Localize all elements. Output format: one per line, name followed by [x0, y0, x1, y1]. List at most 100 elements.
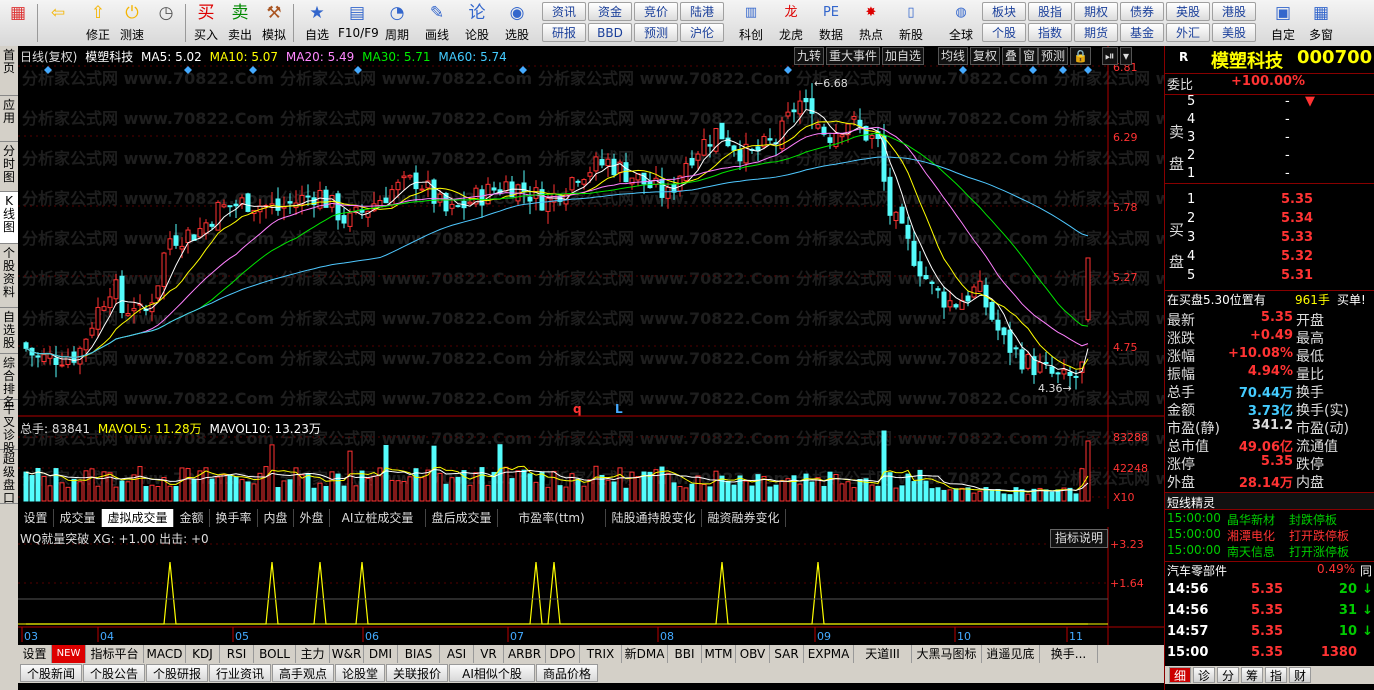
volume-tab-4[interactable]: 换手率: [210, 509, 258, 527]
indicator-explain-button[interactable]: 指标说明: [1050, 529, 1108, 548]
chart-tool-6[interactable]: 窗: [1020, 47, 1039, 65]
kline-chart-svg[interactable]: 分析家公式网 www.70822.Com 分析家公式网 www.70822.Com…: [18, 46, 1164, 646]
panel-tab-1[interactable]: 诊: [1193, 667, 1215, 683]
chart-tool-0[interactable]: 九转: [794, 47, 825, 65]
indicator-tab-23[interactable]: 大黑马图标: [912, 645, 982, 663]
sector-row[interactable]: 汽车零部件 0.49% 同: [1165, 561, 1374, 580]
indicator-tab-12[interactable]: VR: [474, 645, 504, 663]
chart-tool-2[interactable]: 加自选: [882, 47, 925, 65]
volume-tab-1[interactable]: 成交量: [54, 509, 102, 527]
toolbar-dragon-button[interactable]: 龙龙虎: [772, 2, 810, 44]
indicator-tab-1[interactable]: NEW: [52, 645, 86, 663]
toolbar-star-button[interactable]: ★ 自选: [298, 2, 336, 44]
toolbar2-2-top-button[interactable]: 期权: [1074, 2, 1118, 21]
info-tab-0[interactable]: 个股新闻: [20, 664, 82, 682]
indicator-tab-0[interactable]: 设置: [18, 645, 52, 663]
toolbar-pe-button[interactable]: PE 数据: [812, 2, 850, 44]
chart-tool-9[interactable]: ⏯: [1102, 47, 1118, 65]
toolbar-2-top-button[interactable]: 竞价: [634, 2, 678, 21]
indicator-tab-22[interactable]: 天道III: [854, 645, 912, 663]
indicator-tab-19[interactable]: OBV: [736, 645, 770, 663]
buy-row-3[interactable]: 4 5.32: [1165, 249, 1374, 267]
toolbar2-4-top-button[interactable]: 英股: [1166, 2, 1210, 21]
info-tab-2[interactable]: 个股研报: [146, 664, 208, 682]
volume-tab-0[interactable]: 设置: [18, 509, 54, 527]
volume-tab-5[interactable]: 内盘: [258, 509, 294, 527]
buy-row-0[interactable]: 1 5.35: [1165, 192, 1374, 210]
sell-row-0[interactable]: 5-: [1165, 94, 1374, 112]
indicator-tab-10[interactable]: BIAS: [398, 645, 440, 663]
buy-row-2[interactable]: 3 5.33: [1165, 230, 1374, 248]
sell-row-2[interactable]: 3-: [1165, 130, 1374, 148]
toolbar-hot-button[interactable]: ✸ 热点: [852, 2, 890, 44]
chart-tool-1[interactable]: 重大事件: [826, 47, 881, 65]
toolbar-globe-button[interactable]: ◍ 全球: [942, 2, 980, 44]
volume-tab-2[interactable]: 虚拟成交量: [102, 509, 174, 527]
panel-tab-2[interactable]: 分: [1217, 667, 1239, 683]
toolbar2-0-top-button[interactable]: 板块: [982, 2, 1026, 21]
indicator-tab-2[interactable]: 指标平台: [86, 645, 144, 663]
indicator-tab-4[interactable]: KDJ: [186, 645, 220, 663]
left-nav-item-3[interactable]: K线图: [0, 192, 18, 244]
toolbar2-2-bottom-button[interactable]: 期货: [1074, 23, 1118, 42]
toolbar2-3-top-button[interactable]: 债券: [1120, 2, 1164, 21]
indicator-tab-6[interactable]: BOLL: [254, 645, 296, 663]
toolbar-0-bottom-button[interactable]: 研报: [542, 23, 586, 42]
chart-tool-7[interactable]: 预测: [1038, 47, 1069, 65]
chart-tool-4[interactable]: 复权: [970, 47, 1001, 65]
indicator-tab-3[interactable]: MACD: [144, 645, 186, 663]
volume-tab-7[interactable]: AI立桩成交量: [330, 509, 426, 527]
panel-tab-5[interactable]: 财: [1289, 667, 1311, 683]
indicator-tab-5[interactable]: RSI: [220, 645, 254, 663]
panel-tab-4[interactable]: 指: [1265, 667, 1287, 683]
volume-tab-3[interactable]: 金额: [174, 509, 210, 527]
indicator-tab-8[interactable]: W&R: [330, 645, 364, 663]
volume-tab-10[interactable]: 陆股通持股变化: [606, 509, 702, 527]
indicator-tab-7[interactable]: 主力: [296, 645, 330, 663]
info-tab-8[interactable]: 商品价格: [536, 664, 598, 682]
chart-tool-10[interactable]: ▾: [1120, 47, 1133, 65]
toolbar-multiwin-button[interactable]: ▦ 多窗: [1304, 2, 1338, 44]
toolbar-f10-button[interactable]: ▤ F10/F9: [338, 2, 379, 44]
indicator-tab-13[interactable]: ARBR: [504, 645, 546, 663]
panel-tab-0[interactable]: 细: [1169, 667, 1191, 683]
volume-tab-11[interactable]: 融资融券变化: [702, 509, 786, 527]
toolbar-2-bottom-button[interactable]: 预测: [634, 23, 678, 42]
volume-tab-6[interactable]: 外盘: [294, 509, 330, 527]
toolbar-select-button[interactable]: ◉ 选股: [498, 2, 536, 44]
indicator-tab-14[interactable]: DPO: [546, 645, 580, 663]
indicator-tab-11[interactable]: ASI: [440, 645, 474, 663]
left-nav-item-0[interactable]: 首页: [0, 46, 18, 96]
panel-tab-3[interactable]: 筹: [1241, 667, 1263, 683]
indicator-tab-21[interactable]: EXPMA: [804, 645, 854, 663]
toolbar-buy-button[interactable]: 买买入: [190, 2, 222, 44]
volume-tab-8[interactable]: 盘后成交量: [426, 509, 498, 527]
toolbar2-1-bottom-button[interactable]: 指数: [1028, 23, 1072, 42]
chart-tool-8[interactable]: 🔒: [1070, 47, 1091, 65]
left-nav-item-5[interactable]: 自选股: [0, 308, 18, 354]
indicator-tab-20[interactable]: SAR: [770, 645, 804, 663]
toolbar-back-arrow-button[interactable]: ⇦: [42, 2, 74, 44]
toolbar-3-bottom-button[interactable]: 沪伦: [680, 23, 724, 42]
indicator-tab-25[interactable]: 换手...: [1040, 645, 1098, 663]
toolbar-grid-button[interactable]: ▦: [2, 2, 34, 44]
toolbar-power-button[interactable]: ⏻ 测速: [116, 2, 148, 44]
toolbar-1-bottom-button[interactable]: BBD: [588, 23, 632, 42]
info-tab-5[interactable]: 论股堂: [335, 664, 385, 682]
toolbar-3-top-button[interactable]: 陆港: [680, 2, 724, 21]
left-nav-item-6[interactable]: 综合排名: [0, 354, 18, 409]
kline-chart-area[interactable]: 分析家公式网 www.70822.Com 分析家公式网 www.70822.Com…: [18, 46, 1164, 646]
toolbar2-5-bottom-button[interactable]: 美股: [1212, 23, 1256, 42]
indicator-tab-18[interactable]: MTM: [702, 645, 736, 663]
toolbar-custom-button[interactable]: ▣ 自定: [1266, 2, 1300, 44]
indicator-tab-24[interactable]: 逍遥见底: [982, 645, 1040, 663]
toolbar-sell-button[interactable]: 卖卖出: [224, 2, 256, 44]
toolbar-hammer-button[interactable]: ⚒ 模拟: [258, 2, 290, 44]
toolbar-0-top-button[interactable]: 资讯: [542, 2, 586, 21]
toolbar-1-top-button[interactable]: 资金: [588, 2, 632, 21]
toolbar-kc-button[interactable]: ▥ 科创: [732, 2, 770, 44]
indicator-tab-15[interactable]: TRIX: [580, 645, 622, 663]
left-nav-item-8[interactable]: 超级盘口: [0, 450, 18, 505]
toolbar-ipo-button[interactable]: ▯ 新股: [892, 2, 930, 44]
info-tab-6[interactable]: 关联报价: [386, 664, 448, 682]
